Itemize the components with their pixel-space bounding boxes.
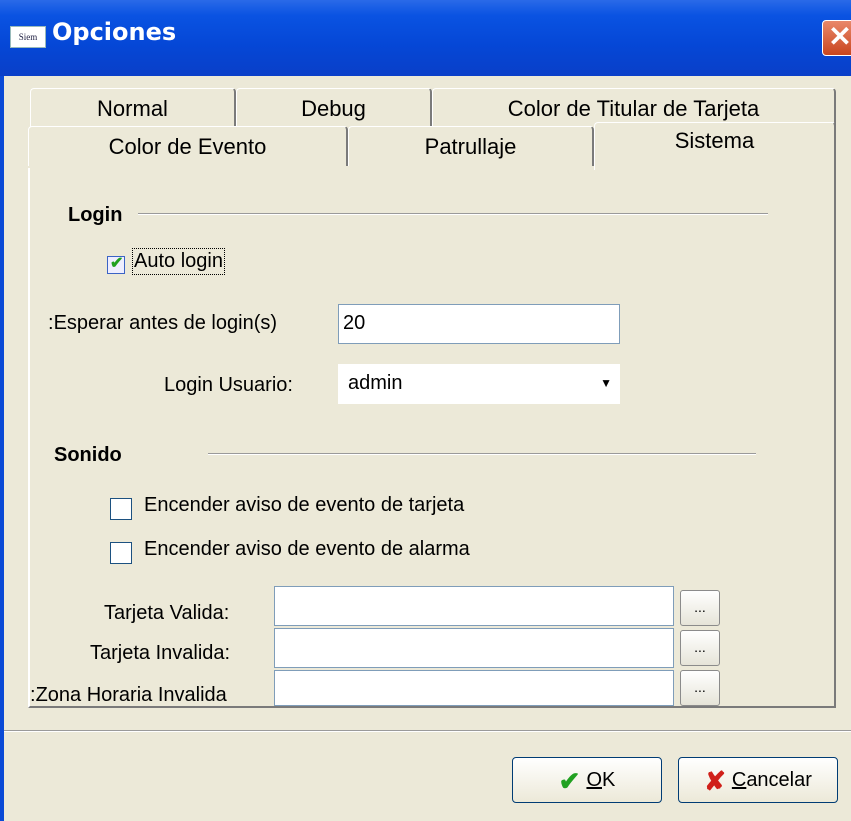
window-frame-left: [0, 76, 4, 821]
window-title: Opciones: [52, 18, 177, 46]
auto-login-checkbox[interactable]: ✔: [107, 255, 125, 274]
user-label: Login Usuario:: [164, 374, 293, 396]
alarm-event-checkbox[interactable]: [110, 542, 132, 564]
tab-patrullaje[interactable]: Patrullaje: [348, 126, 594, 166]
valid-card-input[interactable]: [274, 586, 674, 626]
invalid-zone-input[interactable]: [274, 670, 674, 706]
wait-label: Esperar antes de login(s):: [48, 312, 278, 334]
valid-card-browse-button[interactable]: ...: [680, 590, 720, 626]
tab-color-evento[interactable]: Color de Evento: [28, 126, 348, 166]
ok-button[interactable]: ✔ OK: [512, 757, 662, 803]
sound-divider: [208, 453, 756, 455]
tab-sistema[interactable]: Sistema: [594, 122, 836, 170]
alarm-event-label: Encender aviso de evento de alarma: [144, 538, 470, 560]
tab-debug[interactable]: Debug: [236, 88, 432, 128]
invalid-zone-label: Zona Horaria Invalida:: [30, 684, 227, 706]
title-bar[interactable]: Siem Opciones ✕: [0, 0, 851, 76]
sound-section-title: Sonido: [54, 444, 122, 466]
ok-check-icon: ✔: [558, 765, 581, 796]
ok-accelerator: O: [586, 769, 602, 791]
auto-login-label[interactable]: Auto login: [132, 248, 225, 275]
card-event-checkbox[interactable]: [110, 498, 132, 520]
cancel-label: ancelar: [746, 769, 812, 791]
close-icon: ✕: [828, 21, 851, 52]
login-divider: [138, 213, 768, 215]
card-event-label: Encender aviso de evento de tarjeta: [144, 494, 465, 516]
cancel-button[interactable]: ✘ Cancelar: [678, 757, 838, 803]
invalid-card-input[interactable]: [274, 628, 674, 668]
dropdown-arrow-icon[interactable]: ▼: [600, 364, 612, 402]
cancel-x-icon: ✘: [704, 765, 726, 796]
login-section-title: Login: [68, 204, 123, 226]
tab-row-front: Color de Evento Patrullaje Sistema: [28, 122, 836, 170]
login-user-select[interactable]: admin ▼: [338, 364, 620, 404]
valid-card-label: Tarjeta Valida:: [104, 602, 230, 624]
invalid-zone-browse-button[interactable]: ...: [680, 670, 720, 706]
login-user-value: admin: [348, 372, 403, 394]
ok-label: K: [602, 769, 616, 791]
close-button[interactable]: ✕: [822, 20, 851, 56]
invalid-card-label: Tarjeta Invalida:: [90, 642, 231, 664]
app-icon: Siem: [10, 26, 46, 48]
tab-normal[interactable]: Normal: [30, 88, 236, 128]
button-separator: [4, 730, 851, 732]
tab-panel-sistema: [28, 168, 836, 708]
cancel-accelerator: C: [731, 769, 747, 791]
wait-seconds-input[interactable]: 20: [338, 304, 620, 344]
check-icon: ✔: [110, 255, 124, 272]
invalid-card-browse-button[interactable]: ...: [680, 630, 720, 666]
